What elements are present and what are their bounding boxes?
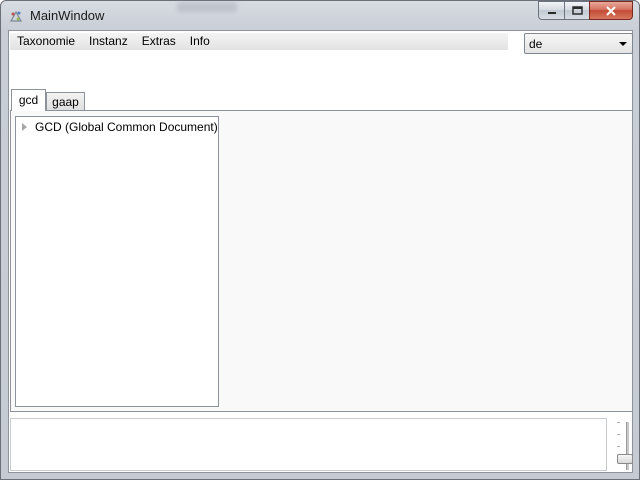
tree-node-label: GCD (Global Common Document) xyxy=(35,120,218,134)
minimize-button[interactable] xyxy=(538,1,564,20)
slider-tick xyxy=(617,446,620,447)
tree-node-gcd[interactable]: GCD (Global Common Document) xyxy=(22,120,218,134)
title-ghost xyxy=(177,2,237,12)
minimize-icon xyxy=(547,11,556,14)
language-select-value: de xyxy=(529,37,543,51)
maximize-icon xyxy=(571,6,583,15)
tab-gaap[interactable]: gaap xyxy=(46,92,85,111)
close-button[interactable] xyxy=(589,1,633,20)
chevron-down-icon xyxy=(619,42,627,46)
slider-tick xyxy=(617,434,620,435)
slider-tick xyxy=(617,422,620,423)
menu-info[interactable]: Info xyxy=(183,33,217,50)
language-select[interactable]: de xyxy=(524,33,633,54)
client-area: Taxonomie Instanz Extras Info de gcd gaa… xyxy=(8,30,633,473)
menu-instanz[interactable]: Instanz xyxy=(82,33,135,50)
title-bar[interactable]: MainWindow xyxy=(1,1,639,31)
vertical-slider[interactable] xyxy=(613,418,633,471)
tab-gcd[interactable]: gcd xyxy=(11,89,46,111)
taxonomy-tree[interactable]: GCD (Global Common Document) xyxy=(15,116,219,407)
maximize-button[interactable] xyxy=(564,1,589,20)
menu-bar: Taxonomie Instanz Extras Info xyxy=(10,33,508,50)
output-textbox[interactable] xyxy=(10,418,607,471)
slider-thumb[interactable] xyxy=(617,454,633,464)
menu-extras[interactable]: Extras xyxy=(135,33,183,50)
close-icon xyxy=(606,5,616,16)
window-title: MainWindow xyxy=(30,8,105,23)
expand-arrow-icon[interactable] xyxy=(22,123,27,131)
caption-buttons xyxy=(538,1,633,21)
main-window: MainWindow Taxonomie Instanz Extras Info… xyxy=(0,0,640,480)
app-icon xyxy=(9,10,23,22)
menu-taxonomie[interactable]: Taxonomie xyxy=(10,33,82,50)
tab-panel: GCD (Global Common Document) xyxy=(10,110,633,412)
